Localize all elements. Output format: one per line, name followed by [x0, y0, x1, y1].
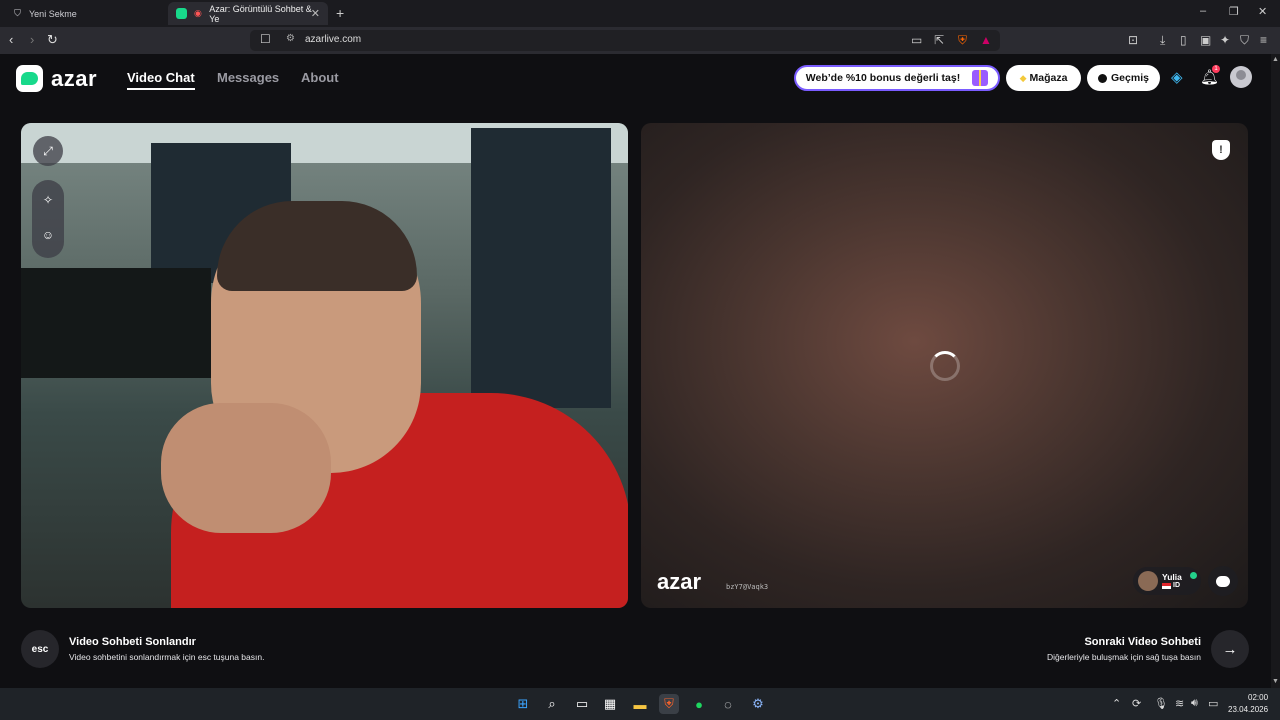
wallet-icon[interactable]: ▣ [1200, 33, 1211, 47]
share-icon[interactable]: ⇱ [934, 33, 944, 47]
app-icon[interactable]: ◌ [718, 694, 738, 714]
gem-icon: ◆ [1019, 72, 1027, 83]
cast-icon[interactable]: ▭ [911, 33, 922, 47]
tab-azar[interactable]: ◉ Azar: Görüntülü Sohbet & Ye ✕ [168, 2, 328, 25]
nav-messages[interactable]: Messages [217, 70, 279, 85]
loading-spinner [930, 351, 960, 381]
volume-icon[interactable]: 🔊︎ [1191, 697, 1198, 710]
brave-shields-icon[interactable]: ⛨ [958, 33, 967, 48]
sync-icon[interactable]: ⟳ [1132, 697, 1141, 710]
next-chat-button[interactable]: → [1211, 630, 1249, 668]
bonus-label: Web’de %10 bonus değerli taş! [805, 72, 961, 84]
esc-end-button[interactable]: esc [21, 630, 59, 668]
next-chat-subtitle: Diğerleriyle buluşmak için sağ tuşa bası… [1046, 652, 1201, 662]
session-id: bzY7@Vaqk3 [726, 583, 769, 591]
search-icon[interactable]: ⌕ [542, 694, 562, 714]
verified-icon [1190, 572, 1197, 579]
store-app-icon[interactable]: ▦ [600, 694, 620, 714]
self-video-panel: ⤢ ✧ ☺ [21, 123, 628, 608]
site-header: azar Video Chat Messages About Web’de %1… [0, 54, 1270, 104]
report-icon[interactable]: ! [1212, 140, 1230, 160]
windows-taskbar: ⊞ ⌕ ▭ ▦ ▬ ⛨ ● ◌ ⚙ ⌃ ⟳ 🎙︎ ≋ 🔊︎ ▭ 02:00 23… [0, 688, 1280, 720]
end-chat-title: Video Sohbeti Sonlandır [69, 636, 196, 648]
menu-icon[interactable]: ≡ [1260, 33, 1267, 47]
site-info-icon[interactable]: ⚙ [286, 33, 295, 44]
browser-toolbar: ‹ › ↻ ☐ ⚙ azarlive.com ▭ ⇱ ⛨ ▲ ⊡ ⤓ ▯ ▣ ✦… [0, 27, 1280, 54]
peer-name: Yulia [1162, 572, 1182, 582]
tray-overflow-icon[interactable]: ⌃ [1112, 697, 1121, 710]
brave-browser-icon[interactable]: ⛨ [659, 694, 679, 714]
store-label: Mağaza [1029, 72, 1068, 84]
azar-watermark: azar [657, 569, 702, 594]
clock-time: 02:00 [1248, 693, 1269, 702]
browser-tab-strip: ⛉ Yeni Sekme ◉ Azar: Görüntülü Sohbet & … [0, 0, 1280, 27]
forward-icon[interactable]: › [30, 32, 34, 47]
vpn-icon[interactable]: ⛉ [1240, 33, 1249, 48]
nav-about[interactable]: About [301, 70, 339, 85]
gift-icon [972, 70, 989, 86]
tab-new-tab[interactable]: ⛉ Yeni Sekme [4, 2, 164, 25]
peer-country: ID [1173, 582, 1180, 589]
spotify-icon[interactable]: ● [689, 694, 709, 714]
page-scrollbar[interactable] [1271, 54, 1280, 688]
scroll-down-icon[interactable]: ▼ [1272, 678, 1279, 685]
notification-badge: 1 [1212, 65, 1220, 73]
close-tab-icon[interactable]: ✕ [311, 7, 320, 20]
back-icon[interactable]: ‹ [9, 32, 13, 47]
bonus-gems-button[interactable]: Web’de %10 bonus değerli taş! [794, 65, 1000, 91]
clock-icon [1098, 73, 1108, 83]
maximize-button[interactable]: ❐ [1229, 5, 1239, 18]
peer-profile-chip[interactable]: Yulia ID [1133, 567, 1201, 595]
scroll-up-icon[interactable]: ▲ [1272, 56, 1279, 63]
nav-video-chat[interactable]: Video Chat [127, 70, 195, 90]
recording-icon: ◉ [193, 8, 202, 18]
azar-favicon-icon [176, 8, 187, 19]
minimize-button[interactable]: – [1200, 5, 1206, 17]
new-tab-button[interactable]: + [336, 5, 344, 21]
leo-ai-icon[interactable]: ✦ [1220, 33, 1230, 47]
microphone-icon[interactable]: 🎙︎ [1154, 697, 1168, 710]
download-icon[interactable]: ⤓ [1160, 33, 1165, 48]
reload-icon[interactable]: ↻ [47, 32, 58, 48]
history-button[interactable]: Geçmiş [1087, 65, 1160, 91]
close-window-button[interactable]: ✕ [1258, 5, 1267, 18]
peer-avatar [1138, 571, 1158, 591]
brave-rewards-icon[interactable]: ▲ [980, 33, 992, 47]
history-label: Geçmiş [1111, 72, 1149, 84]
chat-bubble-icon [1216, 575, 1230, 587]
remote-video-panel: ! azar bzY7@Vaqk3 Yulia ID [641, 123, 1248, 608]
battery-icon[interactable]: ▭ [1208, 697, 1218, 710]
bookmark-icon[interactable]: ☐ [260, 32, 271, 46]
sidebar-icon[interactable]: ▯ [1180, 33, 1187, 47]
end-chat-subtitle: Video sohbetini sonlandırmak için esc tu… [69, 652, 265, 662]
file-explorer-icon[interactable]: ▬ [630, 694, 650, 714]
face-sticker-icon[interactable]: ☺ [33, 220, 63, 250]
task-view-icon[interactable]: ▭ [572, 694, 592, 714]
country-flag-icon [1162, 583, 1171, 589]
address-bar[interactable]: ☐ ⚙ azarlive.com ▭ ⇱ ⛨ ▲ [250, 30, 1000, 51]
url-text: azarlive.com [305, 34, 362, 45]
clock-date: 23.04.2026 [1228, 705, 1269, 714]
magic-wand-icon[interactable]: ✧ [33, 185, 63, 215]
next-chat-title: Sonraki Video Sohbeti [1084, 636, 1201, 648]
settings-icon[interactable]: ⚙ [748, 694, 768, 714]
logo-text: azar [51, 65, 98, 91]
azar-logo-icon [16, 65, 43, 92]
tab-search-icon[interactable]: ⊡ [1128, 33, 1138, 47]
tab-title: Yeni Sekme [29, 8, 77, 19]
shield-icon: ⛉ [14, 8, 21, 18]
store-button[interactable]: ◆ Mağaza [1006, 65, 1081, 91]
fullscreen-icon[interactable]: ⤢ [33, 136, 63, 166]
profile-avatar[interactable] [1230, 66, 1252, 88]
gem-balance-icon[interactable]: ◈ [1171, 68, 1183, 86]
wifi-icon[interactable]: ≋ [1175, 697, 1184, 710]
start-icon[interactable]: ⊞ [513, 694, 533, 714]
azar-logo[interactable]: azar [16, 65, 97, 92]
effects-toolbar: ✧ ☺ [32, 180, 64, 258]
system-clock[interactable]: 02:00 23.04.2026 [1228, 692, 1268, 716]
chat-button[interactable] [1208, 566, 1238, 596]
tab-title: Azar: Görüntülü Sohbet & Ye [209, 3, 312, 24]
